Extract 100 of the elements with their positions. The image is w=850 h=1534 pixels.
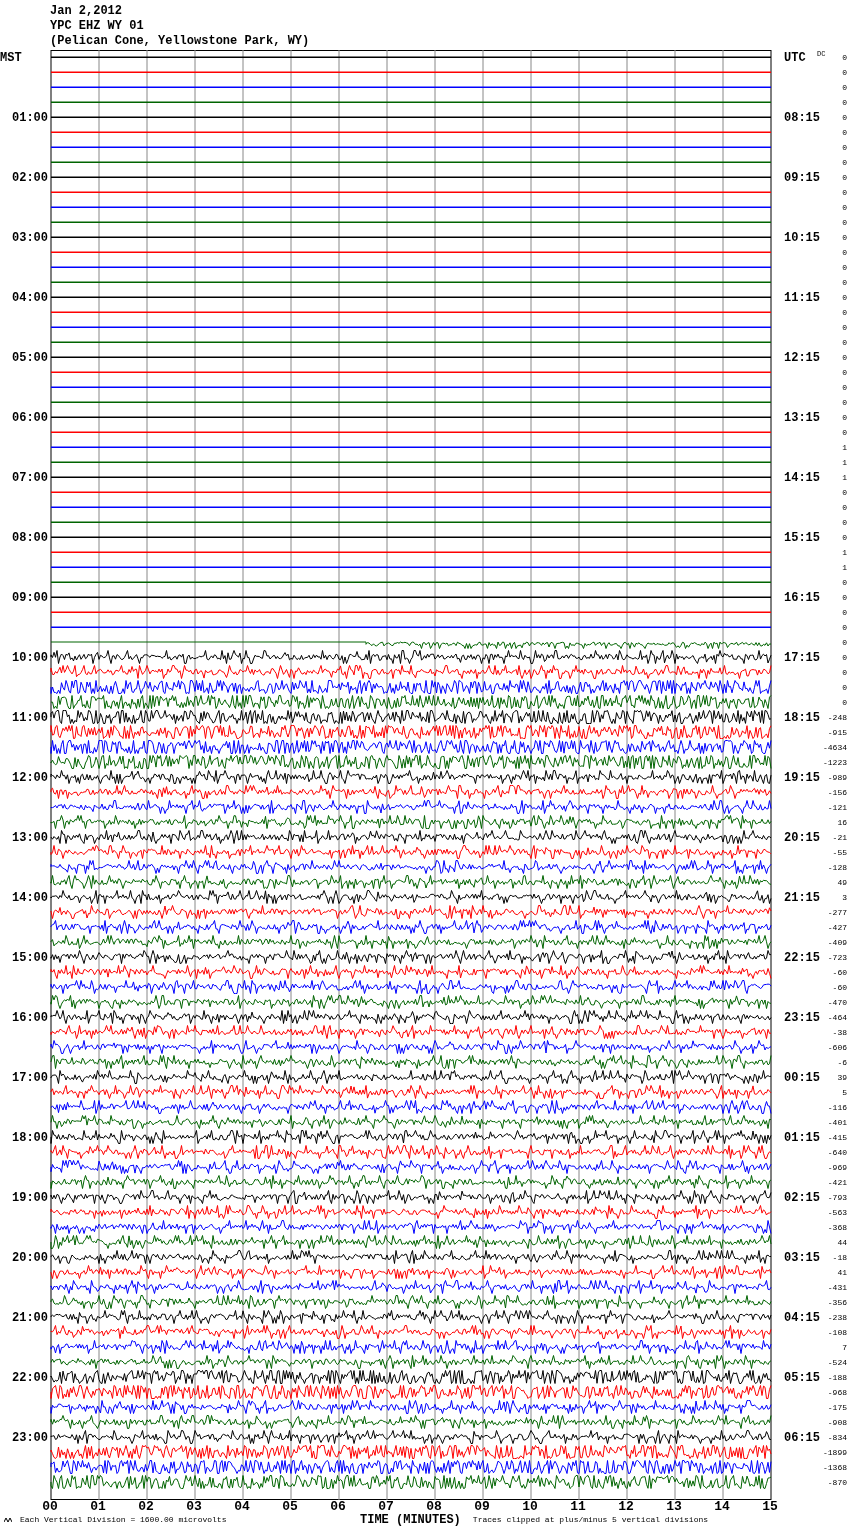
dc-offset-value: -969: [827, 1161, 847, 1174]
minute-tick-label: 11: [569, 1500, 587, 1514]
dc-offset-value: 0: [842, 396, 847, 409]
utc-time-label: 13:15: [784, 410, 820, 425]
minute-tick-label: 09: [473, 1500, 491, 1514]
dc-offset-value: 0: [842, 246, 847, 259]
utc-time-label: 04:15: [784, 1310, 820, 1325]
dc-offset-value: -640: [827, 1146, 847, 1159]
dc-offset-value: -128: [827, 861, 847, 874]
utc-time-label: 17:15: [784, 650, 820, 665]
minute-tick-label: 05: [281, 1500, 299, 1514]
utc-time-label: 19:15: [784, 770, 820, 785]
dc-offset-value: 0: [842, 156, 847, 169]
utc-time-label: 03:15: [784, 1250, 820, 1265]
dc-offset-value: 0: [842, 381, 847, 394]
dc-offset-value: -248: [827, 711, 847, 724]
dc-offset-value: -6: [837, 1056, 847, 1069]
dc-offset-value: 0: [842, 141, 847, 154]
dc-offset-value: -21: [832, 831, 847, 844]
mst-time-label: 03:00: [12, 229, 48, 247]
mst-time-label: 02:00: [12, 169, 48, 187]
dc-offset-value: -563: [827, 1206, 847, 1219]
minute-tick-label: 08: [425, 1500, 443, 1514]
dc-offset-value: 1: [842, 456, 847, 469]
mst-time-label: 17:00: [12, 1069, 48, 1087]
dc-offset-value: 0: [842, 171, 847, 184]
dc-offset-value: 0: [842, 81, 847, 94]
dc-offset-value: -18: [832, 1251, 847, 1264]
mst-time-label: 08:00: [12, 529, 48, 547]
dc-offset-value: 7: [842, 1341, 847, 1354]
minute-tick-label: 02: [137, 1500, 155, 1514]
utc-time-label: 18:15: [784, 710, 820, 725]
dc-offset-value: 0: [842, 216, 847, 229]
dc-offset-value: 0: [842, 606, 847, 619]
dc-offset-value: -1899: [823, 1446, 847, 1459]
minute-tick-label: 06: [329, 1500, 347, 1514]
mst-time-label: 18:00: [12, 1129, 48, 1147]
dc-offset-value: 5: [842, 1086, 847, 1099]
dc-offset-value: -368: [827, 1221, 847, 1234]
mst-time-label: 21:00: [12, 1309, 48, 1327]
dc-offset-value: -156: [827, 786, 847, 799]
dc-offset-value: -38: [832, 1026, 847, 1039]
dc-offset-value: 3: [842, 891, 847, 904]
dc-offset-value: -121: [827, 801, 847, 814]
mst-time-label: 15:00: [12, 949, 48, 967]
dc-offset-value: -1223: [823, 756, 847, 769]
utc-time-label: 09:15: [784, 170, 820, 185]
mst-time-label: 22:00: [12, 1369, 48, 1387]
mst-time-label: 12:00: [12, 769, 48, 787]
utc-time-label: 08:15: [784, 110, 820, 125]
minute-tick-label: 12: [617, 1500, 635, 1514]
dc-offset-value: 0: [842, 51, 847, 64]
utc-time-label: 05:15: [784, 1370, 820, 1385]
dc-offset-value: -60: [832, 981, 847, 994]
mst-time-label: 11:00: [12, 709, 48, 727]
minute-tick-label: 04: [233, 1500, 251, 1514]
time-axis-label: TIME (MINUTES): [360, 1514, 461, 1526]
dc-offset-value: -464: [827, 1011, 847, 1024]
minute-tick-label: 00: [41, 1500, 59, 1514]
utc-time-label: 22:15: [784, 950, 820, 965]
minute-tick-label: 03: [185, 1500, 203, 1514]
dc-offset-value: 0: [842, 336, 847, 349]
dc-offset-value: 0: [842, 351, 847, 364]
dc-offset-value: -723: [827, 951, 847, 964]
minute-tick-label: 10: [521, 1500, 539, 1514]
mst-axis-title: MST: [0, 49, 22, 67]
dc-offset-value: -606: [827, 1041, 847, 1054]
dc-offset-value: 0: [842, 666, 847, 679]
dc-offset-value: 0: [842, 126, 847, 139]
dc-offset-value: 0: [842, 426, 847, 439]
utc-time-label: 16:15: [784, 590, 820, 605]
clip-note: Traces clipped at plus/minus 5 vertical divisions: [472, 1514, 709, 1526]
mst-time-label: 09:00: [12, 589, 48, 607]
dc-offset-value: 0: [842, 186, 847, 199]
dc-offset-value: 0: [842, 306, 847, 319]
dc-offset-value: 0: [842, 651, 847, 664]
dc-offset-value: -55: [832, 846, 847, 859]
minute-tick-label: 13: [665, 1500, 683, 1514]
dc-offset-value: 0: [842, 696, 847, 709]
dc-offset-value: -1368: [823, 1461, 847, 1474]
mst-time-label: 04:00: [12, 289, 48, 307]
minute-tick-label: 15: [761, 1500, 779, 1514]
dc-offset-value: 0: [842, 111, 847, 124]
utc-axis-title: UTC: [784, 50, 806, 65]
dc-offset-value: -989: [827, 771, 847, 784]
utc-time-label: 06:15: [784, 1430, 820, 1445]
dc-offset-value: 0: [842, 591, 847, 604]
dc-offset-value: 1: [842, 471, 847, 484]
dc-offset-value: 0: [842, 516, 847, 529]
utc-time-label: 11:15: [784, 290, 820, 305]
dc-offset-value: 1: [842, 546, 847, 559]
dc-offset-value: 44: [837, 1236, 847, 1249]
station-text: YPC EHZ WY 01: [50, 19, 144, 34]
dc-offset-value: 0: [842, 681, 847, 694]
dc-offset-value: 1: [842, 441, 847, 454]
mst-time-label: 14:00: [12, 889, 48, 907]
dc-offset-value: 0: [842, 366, 847, 379]
dc-offset-value: -108: [827, 1326, 847, 1339]
minute-tick-label: 14: [713, 1500, 731, 1514]
dc-offset-value: -4634: [823, 741, 847, 754]
